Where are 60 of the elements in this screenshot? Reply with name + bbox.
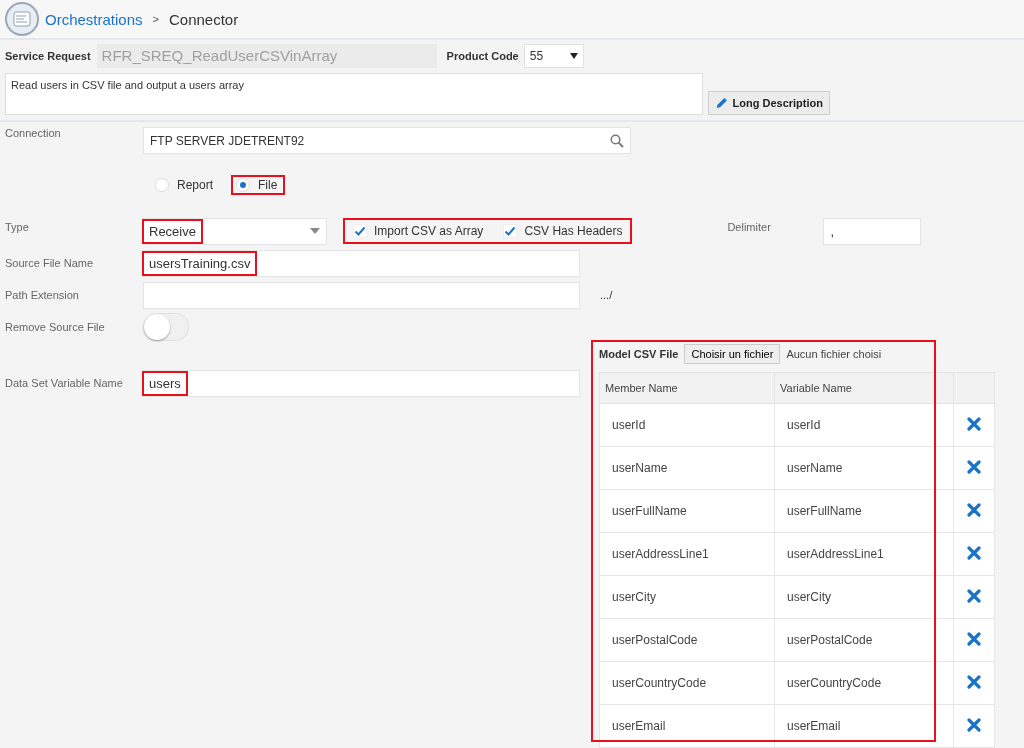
field-label: Source File Name xyxy=(5,257,95,269)
table-cell: userCountryCode xyxy=(774,661,954,705)
table-cell: userName xyxy=(599,446,775,490)
breadcrumb-separator: > xyxy=(152,13,159,25)
toggle-switch[interactable] xyxy=(143,313,189,341)
choose-file-button[interactable]: Choisir un fichier xyxy=(684,344,781,364)
table-cell: userFullName xyxy=(774,489,954,533)
pencil-icon xyxy=(715,95,729,111)
path-suffix: .../ xyxy=(600,289,613,301)
field-label: Data Set Variable Name xyxy=(5,377,124,389)
field-label: Path Extension xyxy=(5,289,80,301)
data-set-variable-field[interactable]: users xyxy=(143,369,580,397)
radio-option[interactable]: File xyxy=(231,175,286,195)
table-cell: userFullName xyxy=(599,489,775,533)
breadcrumb-current: Connector xyxy=(169,10,239,28)
table-cell: userCity xyxy=(774,575,954,619)
table-cell: userCity xyxy=(599,575,775,619)
table-cell: userPostalCode xyxy=(774,618,954,662)
field-label: Service Request xyxy=(5,50,91,62)
table-cell: userEmail xyxy=(599,704,775,748)
column-header: Member Name xyxy=(599,372,775,404)
radio-option[interactable]: Report xyxy=(150,175,222,195)
delete-icon[interactable] xyxy=(967,588,981,603)
delete-icon[interactable] xyxy=(967,631,981,646)
type-select[interactable]: Receive xyxy=(143,217,327,245)
product-code-select[interactable]: 55 xyxy=(523,44,584,68)
checkbox-label[interactable]: Import CSV as Array xyxy=(374,224,484,238)
checkbox-label[interactable]: CSV Has Headers xyxy=(524,224,623,238)
table-cell: userId xyxy=(774,403,954,447)
table-cell: userName xyxy=(774,446,954,490)
delete-icon[interactable] xyxy=(967,717,981,732)
field-label: Delimiter xyxy=(727,220,772,233)
delete-icon[interactable] xyxy=(967,416,981,431)
delimiter-field[interactable]: , xyxy=(823,217,922,245)
table-cell: userCountryCode xyxy=(599,661,775,705)
field-label: Product Code xyxy=(446,50,519,62)
field-label: Connection xyxy=(5,127,62,139)
delete-icon[interactable] xyxy=(967,502,981,517)
table-cell: userAddressLine1 xyxy=(774,532,954,576)
search-icon[interactable] xyxy=(610,133,624,148)
source-file-name-field[interactable]: usersTraining.csv xyxy=(143,249,580,277)
table-cell: userPostalCode xyxy=(599,618,775,662)
checkbox[interactable] xyxy=(353,224,367,238)
delete-icon[interactable] xyxy=(967,459,981,474)
description-field[interactable]: Read users in CSV file and output a users array xyxy=(5,73,703,115)
caret-icon[interactable] xyxy=(569,53,578,59)
column-header: Variable Name xyxy=(774,372,954,404)
field-label: Model CSV File xyxy=(599,348,679,360)
table-cell: userAddressLine1 xyxy=(599,532,775,576)
delete-icon[interactable] xyxy=(967,674,981,689)
breadcrumb-link[interactable]: Orchestrations xyxy=(45,10,143,28)
connection-field[interactable]: FTP SERVER JDETRENT92 xyxy=(143,127,631,154)
path-extension-field[interactable] xyxy=(143,281,580,309)
file-status-text: Aucun fichier choisi xyxy=(786,348,882,360)
field-label: Remove Source File xyxy=(5,321,106,333)
delete-icon[interactable] xyxy=(967,545,981,560)
field-label: Type xyxy=(5,220,30,233)
checkbox[interactable] xyxy=(503,224,518,238)
long-description-button[interactable]: Long Description xyxy=(708,91,830,115)
table-cell: userId xyxy=(599,403,775,447)
